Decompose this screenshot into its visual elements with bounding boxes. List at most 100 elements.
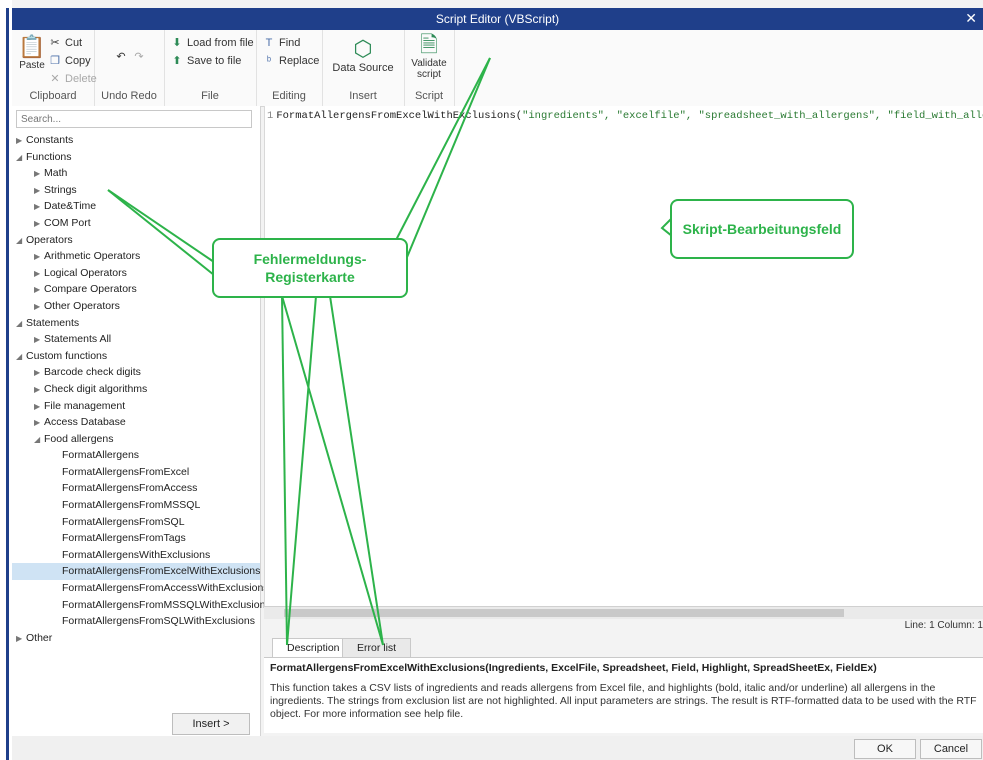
tree-item[interactable]: FormatAllergensFromAccess xyxy=(12,480,260,497)
tree-item[interactable]: FormatAllergensWithExclusions xyxy=(12,547,260,564)
redo-icon: ↷ xyxy=(134,51,144,63)
tree-item[interactable]: FormatAllergensFromSQLWithExclusions xyxy=(12,613,260,630)
paste-button[interactable]: 📋 Paste xyxy=(16,34,48,71)
collapse-arrow-icon[interactable]: ◢ xyxy=(16,150,26,167)
cursor-position-status: Line: 1 Column: 1 xyxy=(904,620,983,631)
function-browser-panel: ▶Constants◢Functions▶Math▶Strings▶Date&T… xyxy=(12,106,271,736)
line-number: 1 xyxy=(267,110,274,122)
tree-item[interactable]: FormatAllergensFromTags xyxy=(12,530,260,547)
cancel-button[interactable]: Cancel xyxy=(920,739,982,759)
tree-item[interactable]: ▶ Constants xyxy=(12,132,260,149)
expand-arrow-icon[interactable]: ▶ xyxy=(34,249,44,266)
expand-arrow-icon[interactable]: ▶ xyxy=(34,199,44,216)
tree-item[interactable]: FormatAllergensFromExcelWithExclusions xyxy=(12,563,260,581)
tree-item-label: FormatAllergensFromExcel xyxy=(62,465,190,478)
collapse-arrow-icon[interactable]: ◢ xyxy=(16,316,26,333)
tree-item[interactable]: FormatAllergensFromMSSQLWithExclusions xyxy=(12,597,271,614)
load-from-file-button[interactable]: ⬇ Load from file xyxy=(170,36,253,50)
tree-item-label: Logical Operators xyxy=(44,266,127,279)
expand-arrow-icon[interactable]: ▶ xyxy=(34,282,44,299)
expand-arrow-icon[interactable]: ▶ xyxy=(34,332,44,349)
undo-icon: ↶ xyxy=(116,51,126,63)
insert-group-label: Insert xyxy=(349,90,377,102)
tree-item[interactable]: ▶ Statements All xyxy=(12,331,260,348)
tree-item[interactable]: FormatAllergensFromMSSQL xyxy=(12,497,260,514)
tree-item[interactable]: ◢ Food allergens xyxy=(12,431,260,448)
data-source-button[interactable]: ⬡ Data Source xyxy=(332,36,394,74)
tree-item[interactable]: FormatAllergensFromSQL xyxy=(12,514,260,531)
find-button[interactable]: T Find xyxy=(262,36,301,50)
description-panel: FormatAllergensFromExcelWithExclusions(I… xyxy=(264,657,983,733)
expand-arrow-icon[interactable]: ▶ xyxy=(34,399,44,416)
expand-arrow-icon[interactable]: ▶ xyxy=(16,631,26,648)
tree-item-label: FormatAllergensFromMSSQLWithExclusions xyxy=(62,598,271,611)
ok-button[interactable]: OK xyxy=(854,739,916,759)
tree-item-label: File management xyxy=(44,399,126,412)
file-group: ⬇ Load from file ⬆ Save to file File xyxy=(164,30,257,106)
expand-arrow-icon[interactable]: ▶ xyxy=(34,166,44,183)
tree-item-label: FormatAllergensFromSQL xyxy=(62,515,185,528)
tree-item[interactable]: ▶ Access Database xyxy=(12,414,260,431)
expand-arrow-icon[interactable]: ▶ xyxy=(34,266,44,283)
search-input[interactable] xyxy=(16,110,252,128)
tree-item[interactable]: ◢ Custom functions xyxy=(12,348,260,365)
cut-button[interactable]: ✂ Cut xyxy=(48,36,82,50)
code-function-name: FormatAllergensFromExcelWithExclusions( xyxy=(276,110,523,122)
script-editor[interactable]: 1 FormatAllergensFromExcelWithExclusions(… xyxy=(264,106,983,606)
tree-item[interactable]: ▶ Math xyxy=(12,165,260,182)
tree-item[interactable]: ▶ File management xyxy=(12,398,260,415)
horizontal-scrollbar[interactable] xyxy=(264,606,983,619)
close-icon[interactable]: ✕ xyxy=(965,10,977,27)
insert-button[interactable]: Insert > xyxy=(172,713,250,735)
validate-script-button[interactable]: 🗎 Validate script xyxy=(408,32,450,80)
clipboard-group-label: Clipboard xyxy=(29,90,77,102)
expand-arrow-icon[interactable]: ▶ xyxy=(16,133,26,150)
expand-arrow-icon[interactable]: ▶ xyxy=(34,365,44,382)
expand-arrow-icon[interactable]: ▶ xyxy=(34,382,44,399)
insert-group: ⬡ Data Source Insert xyxy=(322,30,405,106)
copy-button[interactable]: ❐ Copy xyxy=(48,54,91,68)
expand-arrow-icon[interactable]: ▶ xyxy=(34,183,44,200)
redo-button[interactable]: ↷ xyxy=(132,50,146,64)
tree-item[interactable]: ◢ Functions xyxy=(12,149,260,166)
collapse-arrow-icon[interactable]: ◢ xyxy=(16,233,26,250)
tree-item-label: FormatAllergens xyxy=(62,449,140,462)
file-group-label: File xyxy=(201,90,219,102)
tree-item[interactable]: ▶ Strings xyxy=(12,182,260,199)
tree-item[interactable]: ▶ Other xyxy=(12,630,260,647)
expand-arrow-icon[interactable]: ▶ xyxy=(34,415,44,432)
clipboard-group: 📋 Paste ✂ Cut ❐ Copy ✕ Delete Clipboard xyxy=(12,30,97,106)
tree-item-label: COM Port xyxy=(44,216,91,229)
tree-item[interactable]: ▶ Date&Time xyxy=(12,198,260,215)
tree-item-label: Food allergens xyxy=(44,432,114,445)
tree-item-label: Access Database xyxy=(44,416,126,429)
window-title: Script Editor (VBScript) xyxy=(435,12,560,26)
tree-item[interactable]: FormatAllergensFromAccessWithExclusions xyxy=(12,580,269,597)
function-tree: ▶ Constants ◢ Functions ▶ Math ▶ Strings ▶ Date&T… xyxy=(12,132,271,647)
code-line[interactable]: 1 FormatAllergensFromExcelWithExclusions(… xyxy=(267,110,983,122)
replace-icon: ᵇ xyxy=(266,55,272,67)
tree-item-label: Statements xyxy=(26,316,80,329)
scrollbar-thumb[interactable] xyxy=(284,609,844,617)
tree-item[interactable]: FormatAllergensFromExcel xyxy=(12,464,260,481)
function-description: This function takes a CSV lists of ingre… xyxy=(270,682,977,720)
undo-button[interactable]: ↶ xyxy=(114,50,128,64)
tree-item[interactable]: ▶ Check digit algorithms xyxy=(12,381,260,398)
tree-item[interactable]: ▶ Other Operators xyxy=(12,298,260,315)
tree-item[interactable]: FormatAllergens xyxy=(12,447,260,464)
tree-item[interactable]: ▶ Barcode check digits xyxy=(12,364,260,381)
collapse-arrow-icon[interactable]: ◢ xyxy=(16,349,26,366)
tree-item-label: Strings xyxy=(44,183,77,196)
tab-error-list[interactable]: Error list xyxy=(342,638,412,657)
replace-button[interactable]: ᵇ Replace xyxy=(262,54,319,68)
delete-button[interactable]: ✕ Delete xyxy=(48,72,96,86)
tree-item-label: FormatAllergensFromAccessWithExclusions xyxy=(62,582,269,595)
save-to-file-button[interactable]: ⬆ Save to file xyxy=(170,54,241,68)
expand-arrow-icon[interactable]: ▶ xyxy=(34,216,44,233)
code-arguments: "ingredients", "excelfile", "spreadsheet… xyxy=(522,110,983,122)
save-file-icon: ⬆ xyxy=(172,55,182,67)
collapse-arrow-icon[interactable]: ◢ xyxy=(34,432,44,449)
tree-item[interactable]: ◢ Statements xyxy=(12,315,260,332)
expand-arrow-icon[interactable]: ▶ xyxy=(34,299,44,316)
tree-item[interactable]: ▶ COM Port xyxy=(12,215,260,232)
